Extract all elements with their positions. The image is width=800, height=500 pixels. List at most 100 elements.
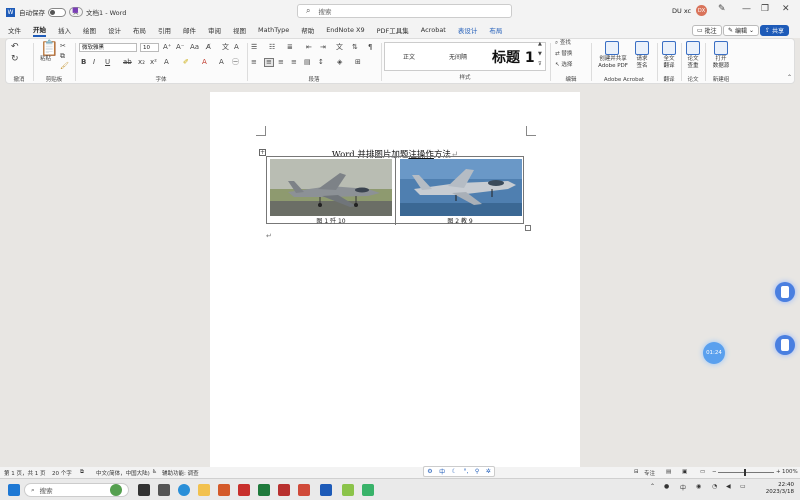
battery-icon[interactable]: ▭ (740, 483, 746, 490)
tray-network-icon[interactable]: ◉ (696, 483, 701, 490)
side-floating-button[interactable] (775, 335, 795, 355)
pdf-icon[interactable] (278, 484, 290, 496)
search-box[interactable]: ⌕ 搜索 (297, 4, 512, 18)
char-shading-icon[interactable]: A (219, 59, 224, 66)
styles-more-icon[interactable]: ⊽ (538, 62, 542, 67)
shrink-font-icon[interactable]: A⁻ (176, 44, 184, 51)
zoom-in-icon[interactable]: + (776, 469, 781, 475)
align-center-icon[interactable]: ≡ (264, 58, 274, 67)
ime-gear-icon[interactable]: ✲ (486, 468, 491, 475)
change-case-icon[interactable]: Aa (190, 44, 199, 51)
word-taskbar-icon[interactable] (320, 484, 332, 496)
redo-icon[interactable]: ↻ (11, 55, 19, 64)
underline-icon[interactable]: U (105, 59, 110, 66)
open-datasource-label[interactable]: 打开 数据源 (706, 56, 736, 70)
line-spacing-icon[interactable]: ↕ (318, 59, 324, 66)
edge-icon[interactable] (178, 484, 190, 496)
open-datasource-icon[interactable] (714, 41, 728, 55)
table-resize-handle[interactable] (525, 225, 531, 231)
select-button[interactable]: ↖ 选择 (555, 62, 572, 69)
text-effects-icon[interactable]: A (164, 59, 169, 66)
replace-button[interactable]: ⇄ 替换 (555, 51, 572, 58)
ime-punct-icon[interactable]: °, (463, 468, 468, 475)
image-table[interactable]: 图 1 歼 10 图 2 教 9 (266, 156, 524, 225)
excel-icon[interactable] (258, 484, 270, 496)
tab-6[interactable]: 引用 (158, 25, 171, 35)
caption-2[interactable]: 图 2 教 9 (396, 216, 524, 225)
cut-icon[interactable]: ✂ (60, 43, 66, 50)
pen-icon[interactable]: ✎ (718, 4, 726, 14)
translate-icon[interactable] (662, 41, 676, 55)
find-button[interactable]: ⌕ 查找 (555, 40, 571, 47)
request-sign-label[interactable]: 请求 签名 (632, 56, 652, 70)
tab-9[interactable]: 视图 (233, 25, 246, 35)
style-heading-1[interactable]: 标题 1 (492, 47, 535, 67)
clipboard-icon[interactable]: 📋 (40, 41, 59, 56)
zoom-level[interactable]: 100% (782, 469, 798, 475)
word-count[interactable]: 20 个字 (52, 469, 72, 477)
borders-icon[interactable]: ⊞ (355, 59, 361, 66)
italic-icon[interactable]: I (93, 59, 95, 66)
tab-3[interactable]: 绘图 (83, 25, 96, 35)
subscript-icon[interactable]: x₂ (138, 59, 145, 66)
font-size-select[interactable]: 10 (140, 43, 159, 52)
web-layout-icon[interactable]: ▭ (700, 469, 705, 475)
user-name[interactable]: DU xc (672, 7, 691, 15)
clear-format-icon[interactable]: A̸ (206, 44, 211, 51)
shading-icon[interactable]: ◈ (337, 59, 342, 66)
app-icon-teal[interactable] (362, 484, 374, 496)
edit-mode-button[interactable]: ✎ 编辑 ⌄ (723, 25, 760, 36)
tab-11[interactable]: 帮助 (301, 25, 314, 35)
tab-12[interactable]: EndNote X9 (326, 26, 364, 34)
style-normal[interactable]: 正文 (403, 52, 415, 61)
collapse-ribbon-icon[interactable]: ⌃ (787, 75, 792, 81)
volume-icon[interactable]: ◀ (726, 483, 731, 490)
tray-app-icon[interactable]: ● (664, 483, 669, 490)
widget-icon[interactable] (110, 484, 122, 496)
grow-font-icon[interactable]: A⁺ (163, 44, 171, 51)
tab-5[interactable]: 布局 (133, 25, 146, 35)
create-pdf-icon[interactable] (605, 41, 619, 55)
print-layout-icon[interactable]: ▣ (682, 469, 687, 475)
minimize-icon[interactable]: — (742, 4, 751, 14)
caption-1[interactable]: 图 1 歼 10 (267, 216, 395, 225)
strikethrough-icon[interactable]: ab (123, 59, 132, 66)
tab-14[interactable]: Acrobat (421, 26, 446, 34)
sort-icon[interactable]: ⇅ (352, 44, 358, 51)
table-move-handle[interactable]: + (259, 149, 266, 156)
bold-icon[interactable]: B (81, 59, 86, 66)
jet-photo-jl9[interactable] (400, 159, 522, 216)
paper-check-label[interactable]: 论文 查重 (682, 56, 704, 70)
translate-label[interactable]: 全文 翻译 (658, 56, 680, 70)
ime-user-icon[interactable]: ⚲ (475, 468, 479, 475)
app-icon-orange[interactable] (218, 484, 230, 496)
comment-button[interactable]: ▭ 批注 (692, 25, 722, 36)
align-left-icon[interactable]: ≡ (251, 59, 257, 66)
tab-8[interactable]: 审阅 (208, 25, 221, 35)
style-no-spacing[interactable]: 无间隔 (449, 52, 467, 61)
superscript-icon[interactable]: x² (150, 59, 157, 66)
clock[interactable]: 22:40 2023/3/18 (766, 482, 794, 496)
tab-16[interactable]: 布局 (489, 25, 502, 35)
file-explorer-icon[interactable] (198, 484, 210, 496)
task-view-icon[interactable] (138, 484, 150, 496)
recording-timer[interactable]: 01:24 (703, 342, 725, 364)
char-border-icon[interactable]: A (234, 44, 239, 51)
numbering-icon[interactable]: ☷ (269, 44, 275, 51)
paper-check-icon[interactable] (686, 41, 700, 55)
undo-icon[interactable]: ↶ (11, 43, 19, 52)
decrease-indent-icon[interactable]: ⇤ (306, 44, 312, 51)
distributed-icon[interactable]: ▤ (304, 59, 311, 66)
format-painter-icon[interactable]: 🖌 (60, 63, 69, 70)
highlight-icon[interactable]: ✐ (183, 59, 189, 66)
zoom-out-icon[interactable]: − (712, 469, 717, 475)
paste-label[interactable]: 粘贴 (40, 56, 51, 63)
proofing-icon[interactable]: ⧉ (80, 469, 84, 476)
maximize-icon[interactable]: ❐ (761, 4, 769, 14)
windows-start-icon[interactable] (8, 484, 20, 496)
tab-2[interactable]: 插入 (58, 25, 71, 35)
autosave-toggle[interactable] (48, 7, 66, 17)
enclose-char-icon[interactable]: ㊀ (232, 59, 239, 66)
multilevel-list-icon[interactable]: ≣ (287, 44, 293, 51)
wps-icon[interactable] (238, 484, 250, 496)
